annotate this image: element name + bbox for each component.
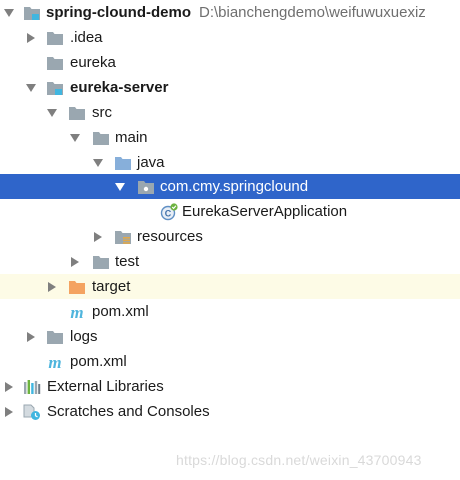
tree-node-logs[interactable]: logs	[0, 324, 460, 349]
tree-node-main[interactable]: main	[0, 125, 460, 150]
folder-icon	[91, 249, 111, 274]
tree-node-label: .idea	[70, 29, 103, 46]
tree-node-external-libraries[interactable]: External Libraries	[0, 374, 460, 399]
tree-node-resources[interactable]: resources	[0, 224, 460, 249]
tree-node-idea[interactable]: .idea	[0, 25, 460, 50]
package-icon	[136, 174, 156, 199]
tree-node-label: test	[115, 253, 140, 270]
tree-node-root-pom[interactable]: m pom.xml	[0, 349, 460, 374]
tree-node-spring-clound-demo[interactable]: spring-clound-demo D:\bianchengdemo\weifu…	[0, 0, 460, 25]
chevron-down-icon[interactable]	[2, 0, 16, 25]
scratches-icon	[22, 399, 42, 424]
tree-node-label: java	[137, 154, 165, 171]
tree-node-label: com.cmy.springclound	[160, 178, 309, 195]
tree-node-test[interactable]: test	[0, 249, 460, 274]
tree-node-label: External Libraries	[47, 378, 164, 395]
source-root-folder-icon	[113, 150, 133, 175]
chevron-right-icon[interactable]	[91, 224, 105, 249]
tree-node-package[interactable]: com.cmy.springclound	[0, 174, 460, 199]
maven-icon: m	[67, 299, 87, 324]
tree-node-label: eureka-server	[70, 79, 169, 96]
tree-node-label: pom.xml	[70, 353, 127, 370]
excluded-folder-icon	[67, 274, 87, 299]
tree-node-eureka-server[interactable]: eureka-server	[0, 75, 460, 100]
libraries-icon	[22, 374, 42, 399]
svg-text:C: C	[165, 208, 172, 218]
tree-node-label: src	[92, 104, 112, 121]
tree-node-src[interactable]: src	[0, 100, 460, 125]
chevron-down-icon[interactable]	[68, 125, 82, 150]
tree-node-label: pom.xml	[92, 303, 149, 320]
chevron-down-icon[interactable]	[113, 174, 127, 199]
chevron-right-icon[interactable]	[24, 324, 38, 349]
folder-icon	[45, 324, 65, 349]
project-name: spring-clound-demo	[46, 4, 191, 21]
tree-node-target[interactable]: target	[0, 274, 460, 299]
folder-icon	[45, 25, 65, 50]
maven-icon: m	[45, 349, 65, 374]
tree-node-eureka-server-application[interactable]: C EurekaServerApplication	[0, 199, 460, 224]
tree-node-eureka[interactable]: eureka	[0, 50, 460, 75]
folder-icon	[67, 100, 87, 125]
chevron-down-icon[interactable]	[45, 100, 59, 125]
svg-text:m: m	[70, 303, 83, 321]
tree-node-label: target	[92, 278, 131, 295]
chevron-down-icon[interactable]	[91, 150, 105, 175]
tree-node-label: eureka	[70, 54, 116, 71]
chevron-right-icon[interactable]	[68, 249, 82, 274]
module-folder-icon	[22, 0, 42, 25]
tree-node-label: logs	[70, 328, 98, 345]
chevron-right-icon[interactable]	[45, 274, 59, 299]
tree-node-label: resources	[137, 228, 203, 245]
project-path: D:\bianchengdemo\weifuwuxuexiz	[199, 4, 426, 21]
chevron-down-icon[interactable]	[24, 75, 38, 100]
folder-icon	[45, 50, 65, 75]
chevron-right-icon[interactable]	[2, 374, 16, 399]
tree-node-label: EurekaServerApplication	[182, 203, 348, 220]
tree-node-module-pom[interactable]: m pom.xml	[0, 299, 460, 324]
tree-node-label: main	[115, 129, 148, 146]
module-folder-icon	[45, 75, 65, 100]
tree-node-label: spring-clound-demo D:\bianchengdemo\weifu…	[46, 0, 426, 25]
watermark: https://blog.csdn.net/weixin_43700943	[176, 452, 422, 468]
folder-icon	[91, 125, 111, 150]
chevron-right-icon[interactable]	[2, 399, 16, 424]
svg-text:m: m	[48, 353, 61, 371]
tree-node-scratches-and-consoles[interactable]: Scratches and Consoles	[0, 399, 460, 424]
spring-boot-class-icon: C	[159, 199, 179, 224]
resources-folder-icon	[113, 224, 133, 249]
tree-node-label: Scratches and Consoles	[47, 403, 210, 420]
chevron-right-icon[interactable]	[24, 25, 38, 50]
tree-node-java[interactable]: java	[0, 150, 460, 175]
